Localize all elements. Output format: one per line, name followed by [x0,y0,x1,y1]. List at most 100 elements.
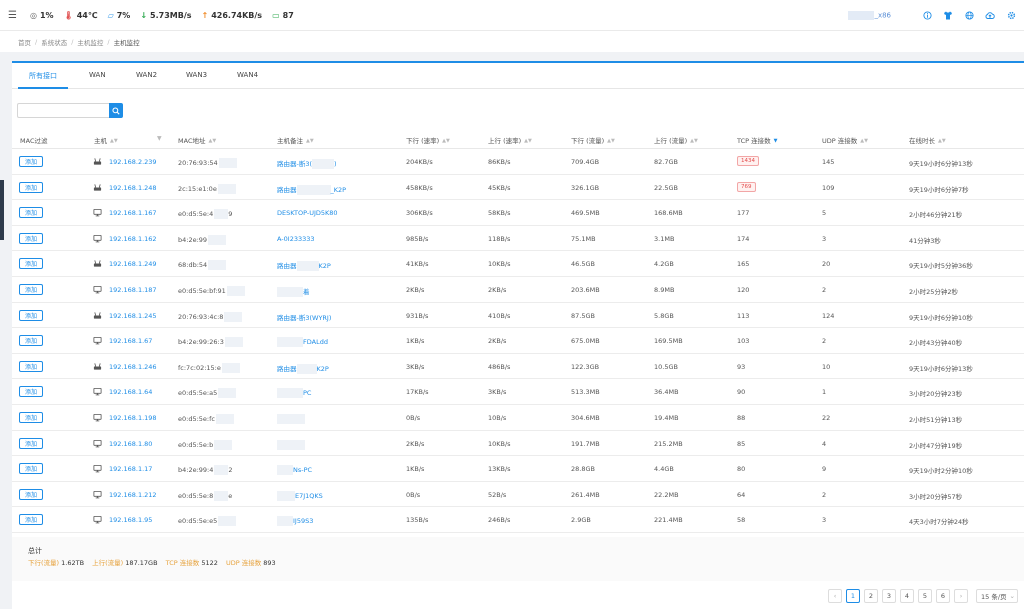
sort-icon[interactable]: ▲▼ [860,138,868,144]
page-4-button[interactable]: 4 [900,589,914,603]
col-host[interactable]: 主机 ▲▼ [94,135,118,145]
col-mac-address[interactable]: MAC地址 ▲▼ [178,135,216,145]
host-ip-link[interactable]: 192.168.1.187 [109,286,157,294]
table-row[interactable]: 添加 192.168.1.95 e0:d5:5e:e5 IJ59S3 135B/s 246… [12,507,1024,533]
host-remark-link[interactable]: 路由器-断3() [277,158,337,169]
table-row[interactable]: 添加 192.168.1.187 e0:d5:5e:bf:91 着 2KB/s 2KB/s… [12,277,1024,303]
page-size-select[interactable]: 15 条/页 ⌄ [976,589,1018,603]
add-mac-filter-button[interactable]: 添加 [19,463,43,475]
sort-icon[interactable]: ▲▼ [306,138,314,144]
page-2-button[interactable]: 2 [864,589,878,603]
globe-icon[interactable] [964,11,974,21]
host-remark-link[interactable]: 路由器 _K2P [277,184,346,195]
sort-icon[interactable]: ▲▼ [208,138,216,144]
tab-all-interfaces[interactable]: 所有接口 [29,71,57,81]
host-remark-link[interactable]: PC [277,388,311,399]
table-row[interactable]: 添加 192.168.1.245 20:76:93:4c:8 路由器-断3(WYRJ)… [12,303,1024,329]
table-row[interactable]: 添加 192.168.1.248 2c:15:e1:0e 路由器 _K2P 458KB/s… [12,175,1024,201]
sort-icon[interactable]: ▲▼ [607,138,615,144]
search-input[interactable] [17,103,109,118]
host-ip-link[interactable]: 192.168.1.167 [109,209,157,217]
host-ip-link[interactable]: 192.168.1.249 [109,260,157,268]
sort-icon[interactable]: ▲▼ [690,138,698,144]
table-row[interactable]: 添加 192.168.1.17 b4:2e:99:4 2 Ns-PC 1KB/s 13KB/… [12,456,1024,482]
prev-page-button[interactable]: ‹ [828,589,842,603]
table-row[interactable]: 添加 192.168.1.67 b4:2e:99:26:3 FDALdd 1KB/s 2K… [12,328,1024,354]
col-udp[interactable]: UDP 连接数 ▲▼ [822,135,868,145]
host-ip-link[interactable]: 192.168.1.67 [109,337,152,345]
host-remark-link[interactable]: E7J1QKS [277,490,323,501]
sort-desc-icon[interactable]: ▼ [774,138,778,144]
add-mac-filter-button[interactable]: 添加 [19,360,43,372]
table-row[interactable]: 添加 192.168.1.249 68:db:54 路由器 K2P 41KB/s 10KB/… [12,251,1024,277]
filter-icon[interactable]: ▼ [157,135,162,142]
col-down-total[interactable]: 下行 (流量) ▲▼ [571,135,615,145]
host-ip-link[interactable]: 192.168.1.212 [109,491,157,499]
col-online-time[interactable]: 在线时长 ▲▼ [909,135,946,145]
table-row[interactable]: 添加 192.168.1.64 e0:d5:5e:a5 PC 17KB/s 3KB/s 51… [12,379,1024,405]
col-down-rate[interactable]: 下行 (速率) ▲▼ [406,135,450,145]
search-button[interactable] [109,103,123,118]
breadcrumb-system-status[interactable]: 系统状态 [41,37,67,47]
page-3-button[interactable]: 3 [882,589,896,603]
host-ip-link[interactable]: 192.168.2.239 [109,158,157,166]
table-row[interactable]: 添加 192.168.1.212 e0:d5:5e:8 e E7J1QKS 0B/s 52B… [12,482,1024,508]
host-remark-link[interactable]: DESKTOP-UJD5K80 [277,209,338,217]
table-row[interactable]: 添加 192.168.2.239 20:76:93:54 路由器-断3() 204KB/… [12,149,1024,175]
add-mac-filter-button[interactable]: 添加 [19,207,43,219]
table-row[interactable]: 添加 192.168.1.198 e0:d5:5e:fc 0B/s 10B/s 304.6… [12,405,1024,431]
col-up-total[interactable]: 上行 (流量) ▲▼ [654,135,698,145]
page-1-button[interactable]: 1 [846,589,860,603]
host-remark-link[interactable]: 路由器 K2P [277,363,329,374]
tab-wan4[interactable]: WAN4 [237,71,258,79]
host-remark-link[interactable] [277,413,305,424]
add-mac-filter-button[interactable]: 添加 [19,335,43,347]
menu-toggle-icon[interactable]: ☰ [8,10,20,21]
breadcrumb-host-monitor[interactable]: 主机监控 [77,37,103,47]
host-remark-link[interactable]: Ns-PC [277,465,312,476]
cloud-upload-icon[interactable] [985,11,995,21]
host-ip-link[interactable]: 192.168.1.248 [109,184,157,192]
host-ip-link[interactable]: 192.168.1.162 [109,235,157,243]
sort-icon[interactable]: ▲▼ [442,138,450,144]
host-ip-link[interactable]: 192.168.1.17 [109,465,152,473]
tab-wan3[interactable]: WAN3 [186,71,207,79]
add-mac-filter-button[interactable]: 添加 [19,258,43,270]
add-mac-filter-button[interactable]: 添加 [19,309,43,321]
info-icon[interactable] [922,11,932,21]
host-ip-link[interactable]: 192.168.1.80 [109,440,152,448]
col-tcp[interactable]: TCP 连接数 ▼ [737,135,777,145]
add-mac-filter-button[interactable]: 添加 [19,232,43,244]
add-mac-filter-button[interactable]: 添加 [19,156,43,167]
add-mac-filter-button[interactable]: 添加 [19,181,43,193]
add-mac-filter-button[interactable]: 添加 [19,437,43,449]
sort-icon[interactable]: ▲▼ [938,138,946,144]
table-row[interactable]: 添加 192.168.1.162 b4:2e:99 A-0I233333 985B/s 1… [12,226,1024,252]
host-remark-link[interactable]: IJ59S3 [277,516,313,527]
sort-icon[interactable]: ▲▼ [524,138,532,144]
host-ip-link[interactable]: 192.168.1.245 [109,312,157,320]
host-remark-link[interactable]: 着 [277,286,310,297]
table-row[interactable]: 添加 192.168.1.80 e0:d5:5e:b 2KB/s 10KB/s 191.7… [12,431,1024,457]
add-mac-filter-button[interactable]: 添加 [19,514,43,526]
add-mac-filter-button[interactable]: 添加 [19,488,43,500]
col-host-remark[interactable]: 主机备注 ▲▼ [277,135,314,145]
breadcrumb-home[interactable]: 首页 [18,37,31,47]
next-page-button[interactable]: › [954,589,968,603]
page-6-button[interactable]: 6 [936,589,950,603]
add-mac-filter-button[interactable]: 添加 [19,283,43,295]
host-remark-link[interactable]: 路由器-断3(WYRJ) [277,312,331,322]
host-ip-link[interactable]: 192.168.1.246 [109,363,157,371]
host-remark-link[interactable]: FDALdd [277,337,328,348]
col-up-rate[interactable]: 上行 (速率) ▲▼ [488,135,532,145]
tab-wan[interactable]: WAN [89,71,106,79]
page-5-button[interactable]: 5 [918,589,932,603]
host-ip-link[interactable]: 192.168.1.64 [109,388,152,396]
table-row[interactable]: 添加 192.168.1.167 e0:d5:5e:4 9 DESKTOP-UJD5K8… [12,200,1024,226]
host-ip-link[interactable]: 192.168.1.198 [109,414,157,422]
table-row[interactable]: 添加 192.168.1.246 fc:7c:02:15:e 路由器 K2P 3KB/s 4… [12,354,1024,380]
shirt-icon[interactable] [943,11,953,21]
sort-icon[interactable]: ▲▼ [110,138,118,144]
gear-icon[interactable] [1006,11,1016,21]
add-mac-filter-button[interactable]: 添加 [19,386,43,398]
